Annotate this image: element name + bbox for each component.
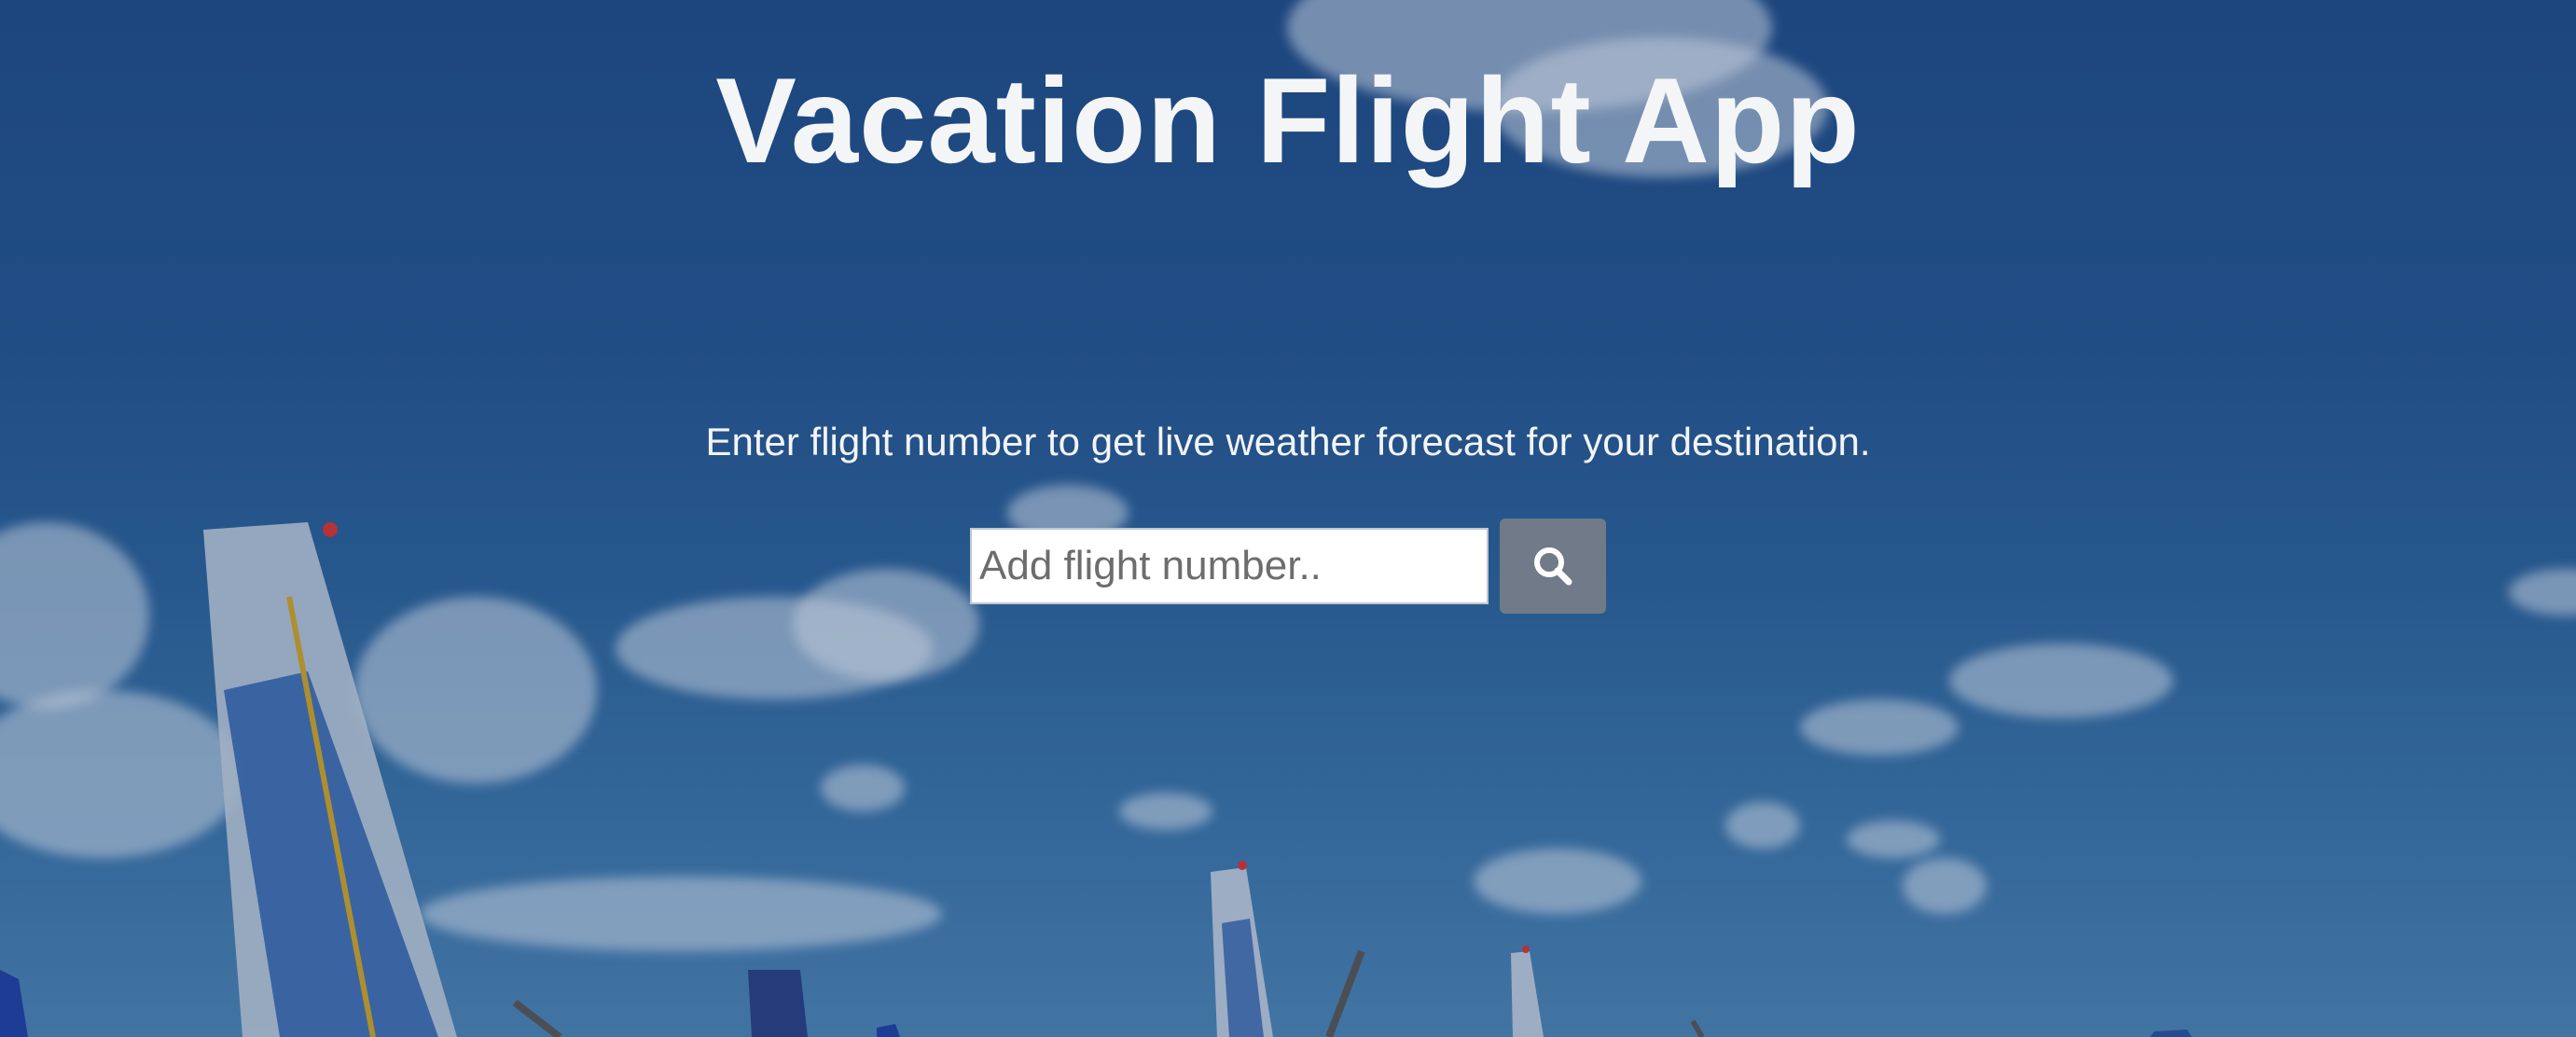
search-icon bbox=[1534, 547, 1572, 586]
search-button[interactable] bbox=[1500, 518, 1606, 614]
page-subtitle: Enter flight number to get live weather … bbox=[705, 420, 1871, 463]
flight-search-form bbox=[970, 518, 1606, 614]
page-title: Vacation Flight App bbox=[715, 52, 1861, 188]
flight-number-input[interactable] bbox=[970, 528, 1489, 604]
